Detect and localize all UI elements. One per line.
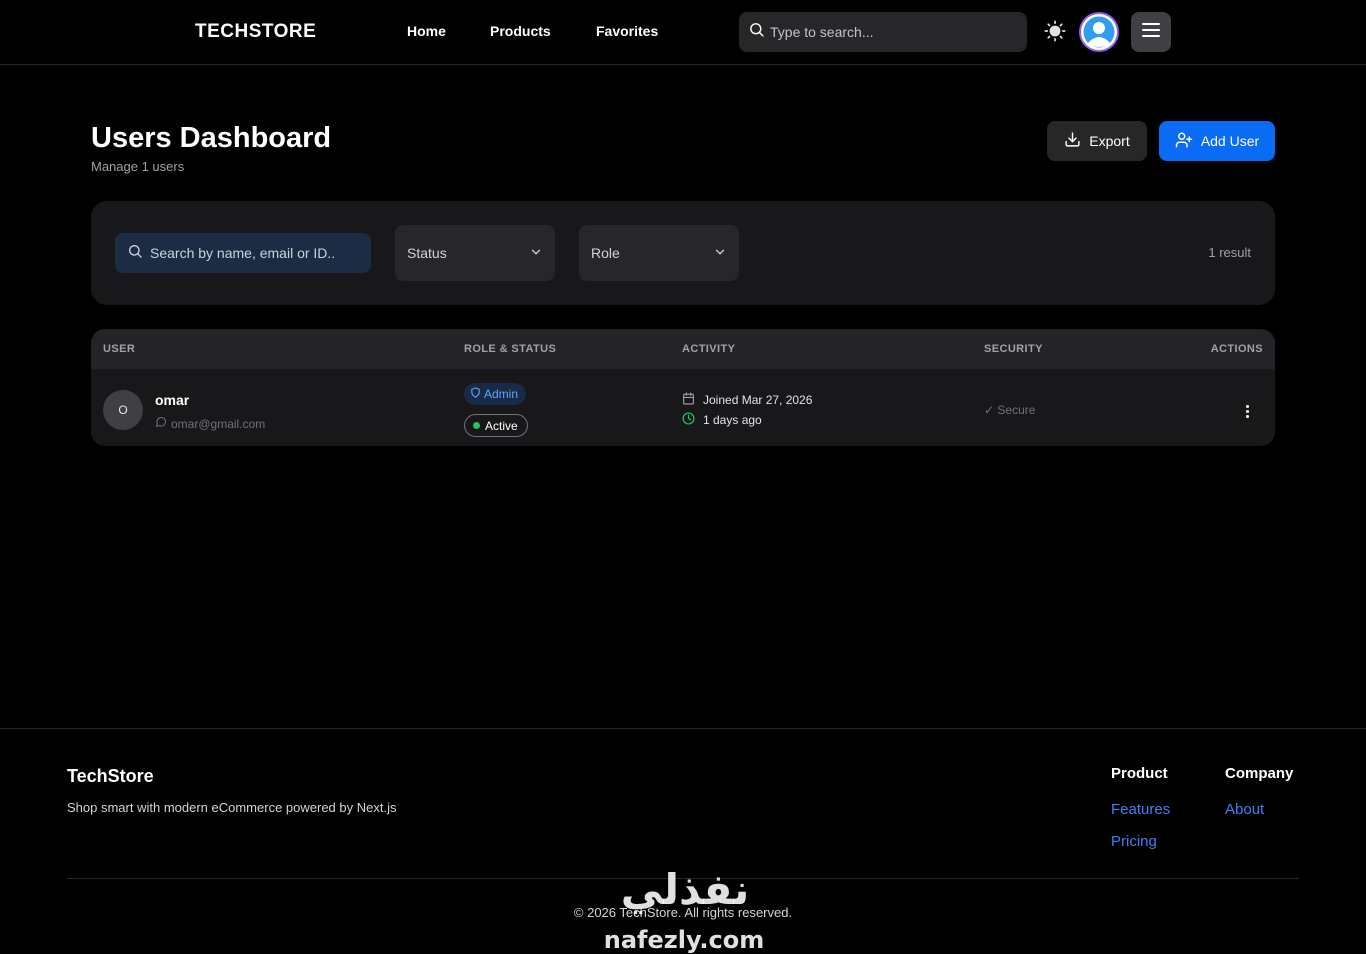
clock-icon [682, 412, 695, 428]
user-email: omar@gmail.com [171, 417, 266, 431]
nav-link-products[interactable]: Products [490, 23, 551, 39]
filter-panel: Status Role 1 result [91, 201, 1275, 305]
message-circle-icon [155, 415, 167, 433]
status-dot-icon [473, 422, 480, 429]
hamburger-icon [1141, 22, 1161, 43]
chevron-down-icon [713, 245, 727, 262]
shield-icon [470, 387, 481, 401]
global-search-input[interactable] [770, 24, 1010, 40]
last-active: 1 days ago [682, 412, 762, 428]
user-name: omar [155, 392, 190, 408]
joined-date: Joined Mar 27, 2026 [682, 392, 812, 408]
footer-link-pricing[interactable]: Pricing [1111, 833, 1157, 850]
download-icon [1064, 131, 1081, 151]
user-plus-icon [1175, 131, 1193, 152]
last-active-text: 1 days ago [703, 413, 762, 427]
footer-link-about[interactable]: About [1225, 801, 1264, 818]
export-button[interactable]: Export [1047, 121, 1147, 161]
footer-column-title-company: Company [1225, 765, 1294, 782]
copyright: © 2026 TechStore. All rights reserved. [573, 905, 793, 920]
role-filter-select[interactable]: Role [579, 225, 739, 281]
export-button-label: Export [1089, 133, 1130, 149]
footer-brand: TechStore [67, 766, 154, 786]
site-footer: TechStore Shop smart with modern eCommer… [0, 728, 1366, 954]
column-header-activity: ACTIVITY [682, 343, 736, 355]
joined-date-text: Joined Mar 27, 2026 [703, 393, 813, 407]
sun-icon [1044, 20, 1066, 47]
add-user-button-label: Add User [1200, 133, 1260, 149]
role-badge: Admin [464, 383, 527, 405]
users-table: USER ROLE & STATUS ACTIVITY SECURITY ACT… [91, 329, 1275, 446]
status-filter-label: Status [407, 245, 447, 261]
page-subtitle: Manage 1 users [91, 159, 185, 174]
status-badge-label: Active [485, 418, 518, 433]
user-avatar-icon [1081, 15, 1117, 50]
column-header-security: SECURITY [984, 343, 1043, 355]
security-status: ✓ Secure [984, 403, 1036, 417]
profile-avatar-button[interactable] [1079, 12, 1119, 52]
global-search [739, 12, 1027, 52]
user-email-group: omar@gmail.com [155, 415, 265, 433]
status-badge: Active [464, 414, 528, 437]
chevron-down-icon [529, 245, 543, 262]
result-count: 1 result [1208, 245, 1251, 260]
user-search [115, 233, 371, 273]
menu-button[interactable] [1131, 12, 1171, 52]
column-header-user: USER [103, 343, 136, 355]
role-badge-label: Admin [484, 387, 519, 401]
more-vertical-icon [1245, 404, 1249, 418]
calendar-icon [682, 392, 695, 408]
brand-logo[interactable]: TECHSTORE [195, 21, 316, 43]
row-actions-button[interactable] [1235, 399, 1259, 423]
footer-link-features[interactable]: Features [1111, 801, 1170, 818]
theme-toggle-button[interactable] [1042, 20, 1068, 46]
page-title: Users Dashboard [91, 122, 332, 154]
footer-divider [67, 878, 1299, 879]
footer-column-title-product: Product [1111, 765, 1168, 782]
search-icon [748, 21, 765, 43]
column-header-actions: ACTIONS [1210, 343, 1263, 355]
table-row[interactable]: O omar omar@gmail.com Admin Active Joine… [91, 369, 1275, 446]
table-header: USER ROLE & STATUS ACTIVITY SECURITY ACT… [91, 329, 1275, 369]
column-header-role-status: ROLE & STATUS [464, 343, 557, 355]
search-icon [127, 243, 143, 264]
top-navbar: TECHSTORE Home Products Favorites [0, 0, 1366, 65]
add-user-button[interactable]: Add User [1159, 121, 1275, 161]
user-search-input[interactable] [150, 245, 370, 261]
nav-link-favorites[interactable]: Favorites [596, 23, 658, 39]
status-filter-select[interactable]: Status [395, 225, 555, 281]
role-filter-label: Role [591, 245, 620, 261]
nav-link-home[interactable]: Home [407, 23, 446, 39]
footer-tagline: Shop smart with modern eCommerce powered… [67, 800, 397, 815]
avatar: O [103, 390, 143, 430]
